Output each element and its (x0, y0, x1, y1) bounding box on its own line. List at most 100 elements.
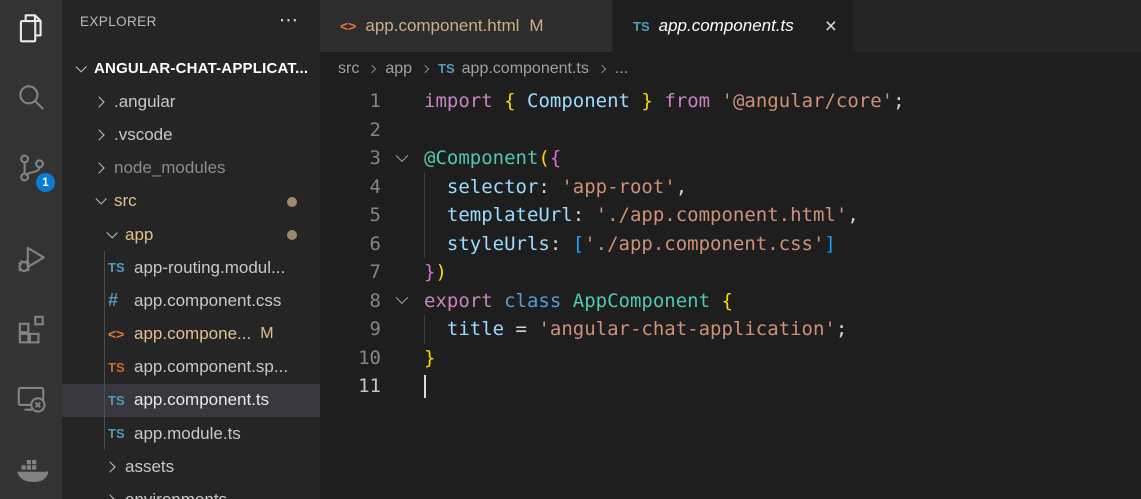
code-line-content: import { Component } from '@angular/core… (424, 87, 905, 116)
code-token: } (424, 261, 435, 283)
activity-extensions-button[interactable] (0, 308, 62, 352)
tree-item-assets[interactable]: assets (62, 450, 320, 483)
tree-item-label: environments (125, 490, 227, 499)
code-token: : (550, 233, 561, 255)
line-number: 10 (320, 347, 381, 369)
code-token (504, 318, 515, 340)
line-number: 7 (320, 261, 381, 283)
code-token: : (573, 204, 584, 226)
code-token: { (721, 290, 732, 312)
activity-run-debug-button[interactable] (0, 238, 62, 282)
tree-item-angular-chat-applicat[interactable]: ANGULAR-CHAT-APPLICAT... (62, 52, 320, 85)
code-token (424, 176, 447, 198)
code-line-content: @Component({ (424, 144, 561, 173)
code-line-2: 2 (320, 116, 1141, 145)
chevron-right-icon (104, 461, 115, 472)
code-token: 'angular-chat-application' (538, 318, 835, 340)
tree-item-app[interactable]: app (62, 218, 320, 251)
close-icon[interactable]: × (821, 16, 841, 37)
breadcrumb-item-app-component-ts[interactable]: TSapp.component.ts (438, 60, 589, 78)
tree-item-label: app.compone... (134, 324, 251, 344)
git-modified-dot (287, 197, 297, 207)
more-actions-button[interactable]: ⋯ (279, 10, 298, 26)
tree-item-app-component-sp[interactable]: TSapp.component.sp... (62, 351, 320, 384)
tree-item-label: app-routing.modul... (134, 258, 285, 278)
chevron-down-icon (95, 194, 106, 205)
tree-item-app-module-ts[interactable]: TSapp.module.ts (62, 417, 320, 450)
code-line-content: }) (424, 258, 447, 287)
vscode-window: 1 EXPLORER ⋯ ANGULAR-CHAT-APPLICAT... .an… (0, 0, 1141, 499)
line-number: 1 (320, 90, 381, 112)
tree-item-label: .angular (114, 92, 175, 112)
indent-guide (424, 230, 425, 259)
code-line-1: 1 import { Component } from '@angular/cor… (320, 87, 1141, 116)
tab-bar: <>app.component.htmlMTSapp.component.ts× (320, 0, 1141, 52)
git-modified-badge: M (529, 16, 543, 36)
tree-item-label: ANGULAR-CHAT-APPLICAT... (94, 60, 308, 77)
tree-item-node-modules[interactable]: node_modules (62, 152, 320, 185)
code-token: from (664, 90, 710, 112)
tab-app.component.ts[interactable]: TSapp.component.ts× (613, 0, 853, 52)
code-token (424, 204, 447, 226)
source-control-badge: 1 (36, 173, 55, 192)
tree-item-src[interactable]: src (62, 185, 320, 218)
breadcrumb-item--[interactable]: ... (615, 60, 628, 78)
tree-item-environments[interactable]: environments (62, 483, 320, 499)
tree-item-app-component-css[interactable]: #app.component.css (62, 284, 320, 317)
code-token (493, 290, 504, 312)
fold-chevron-down-icon[interactable] (396, 149, 409, 162)
breadcrumb-label: src (338, 60, 359, 78)
code-line-3: 3@Component({ (320, 144, 1141, 173)
code-token: title (447, 318, 504, 340)
tree-indent-guide (104, 251, 105, 450)
docker-icon (14, 451, 48, 490)
chevron-right-icon (93, 129, 104, 140)
sidebar-explorer: EXPLORER ⋯ ANGULAR-CHAT-APPLICAT... .angu… (62, 0, 320, 499)
code-line-11: 11 (320, 372, 1141, 401)
code-token: '@angular/core' (722, 90, 894, 112)
breadcrumb-item-src[interactable]: src (338, 60, 359, 78)
activity-explorer-button[interactable] (0, 8, 62, 52)
code-token: [ (573, 233, 584, 255)
ts-file-icon: TS (108, 260, 134, 275)
fold-chevron-down-icon[interactable] (396, 292, 409, 305)
code-line-content: } (424, 344, 435, 373)
code-token: Component (527, 90, 630, 112)
line-number: 4 (320, 176, 381, 198)
code-line-content: styleUrls: ['./app.component.css'] (424, 230, 836, 259)
code-line-6: 6 styleUrls: ['./app.component.css'] (320, 230, 1141, 259)
chevron-right-icon (368, 64, 376, 72)
code-area[interactable]: 1 import { Component } from '@angular/cor… (320, 85, 1141, 499)
indent-guide (424, 201, 425, 230)
tree-item-label: app.component.css (134, 291, 281, 311)
activity-docker-button[interactable] (0, 448, 62, 492)
line-number: 5 (320, 204, 381, 226)
tree-item-label: app.module.ts (134, 424, 241, 444)
activity-search-button[interactable] (0, 78, 62, 122)
activity-source-control-button[interactable]: 1 (0, 148, 62, 192)
tree-item-app-compone[interactable]: <>app.compone...M (62, 318, 320, 351)
tree-item-label: app (125, 225, 153, 245)
git-modified-dot (287, 230, 297, 240)
line-number: 2 (320, 119, 381, 141)
line-number: 8 (320, 290, 381, 312)
code-token: export (424, 290, 493, 312)
breadcrumb-item-app[interactable]: app (385, 60, 412, 78)
tree-item-vscode[interactable]: .vscode (62, 118, 320, 151)
line-number: 9 (320, 318, 381, 340)
ts-file-icon: TS (633, 19, 650, 34)
code-line-4: 4 selector: 'app-root', (320, 173, 1141, 202)
code-token: AppComponent (573, 290, 710, 312)
explorer-header: EXPLORER ⋯ (62, 0, 320, 35)
tab-app.component.html[interactable]: <>app.component.htmlM (320, 0, 613, 52)
line-number: 11 (320, 375, 381, 397)
tree-item-angular[interactable]: .angular (62, 85, 320, 118)
code-token: import (424, 90, 493, 112)
activity-remote-explorer-button[interactable] (0, 378, 62, 422)
tree-item-app-routing-modul[interactable]: TSapp-routing.modul... (62, 251, 320, 284)
code-token: ; (893, 90, 904, 112)
code-token: ; (836, 318, 847, 340)
remote-explorer-icon (14, 381, 48, 420)
ts-file-icon: TS (108, 393, 134, 408)
tree-item-app-component-ts[interactable]: TSapp.component.ts (62, 384, 320, 417)
